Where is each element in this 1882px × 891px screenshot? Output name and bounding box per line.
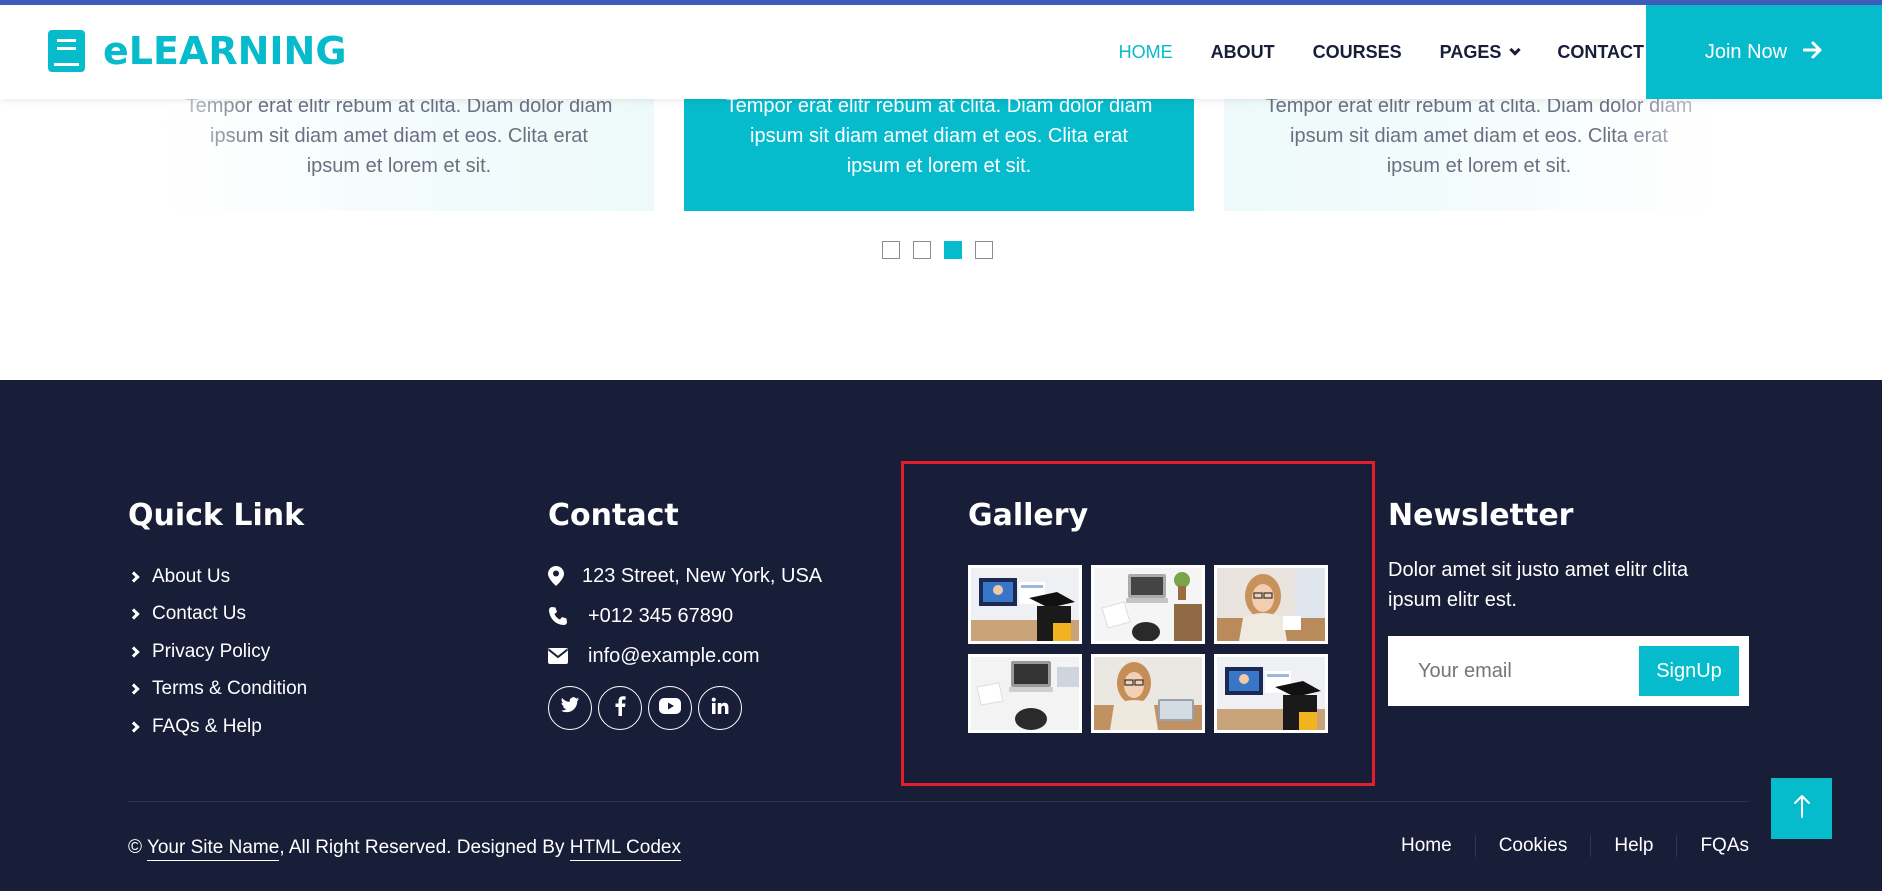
nav-contact[interactable]: CONTACT (1557, 42, 1644, 63)
contact-phone: +012 345 67890 (548, 596, 822, 636)
contact-title: Contact (548, 498, 679, 533)
twitter-button[interactable] (548, 686, 592, 730)
gallery-image[interactable] (1091, 654, 1205, 733)
map-marker-icon (548, 566, 582, 586)
footer-menu-cookies[interactable]: Cookies (1476, 835, 1592, 857)
footer: Quick Link About Us Contact Us Privacy P… (0, 380, 1882, 891)
chevron-right-icon (128, 721, 140, 733)
footer-link-contact[interactable]: Contact Us (128, 596, 307, 634)
footer-link-faqs[interactable]: FAQs & Help (128, 708, 307, 746)
quick-link-title: Quick Link (128, 498, 305, 533)
arrow-up-icon (1793, 794, 1811, 823)
newsletter-form: SignUp (1388, 636, 1749, 706)
link-label: Terms & Condition (152, 678, 308, 700)
youtube-icon (659, 697, 681, 719)
brand-logo[interactable]: eLEARNING (48, 29, 347, 73)
contact-email-text: info@example.com (588, 644, 760, 667)
facebook-icon (615, 695, 626, 721)
gallery-grid (968, 565, 1328, 733)
footer-link-terms[interactable]: Terms & Condition (128, 671, 307, 709)
contact-email: info@example.com (548, 636, 822, 676)
link-label: FAQs & Help (152, 715, 262, 737)
chevron-down-icon (1509, 43, 1522, 56)
carousel-fade-right (1614, 90, 1734, 215)
join-now-label: Join Now (1704, 40, 1788, 63)
brand-name: eLEARNING (103, 29, 347, 73)
phone-icon (548, 606, 588, 626)
chevron-right-icon (128, 608, 140, 620)
gallery-image[interactable] (1091, 565, 1205, 644)
contact-address-text: 123 Street, New York, USA (582, 564, 823, 587)
signup-button[interactable]: SignUp (1639, 646, 1739, 696)
footer-divider (128, 801, 1749, 802)
copyright: © Your Site Name, All Right Reserved. De… (128, 837, 681, 861)
envelope-icon (548, 648, 588, 664)
carousel-dot[interactable] (975, 241, 993, 259)
link-label: Privacy Policy (152, 640, 271, 662)
youtube-button[interactable] (648, 686, 692, 730)
copyright-symbol: © (128, 837, 142, 858)
gallery-title: Gallery (968, 498, 1089, 533)
carousel-dots (882, 241, 1006, 259)
gallery-image[interactable] (968, 565, 1082, 644)
link-label: Contact Us (152, 603, 246, 625)
chevron-right-icon (128, 571, 140, 583)
testimonial-card-active: Tempor erat elitr rebum at clita. Diam d… (684, 95, 1194, 211)
nav-about[interactable]: ABOUT (1211, 42, 1275, 63)
gallery-image[interactable] (968, 654, 1082, 733)
footer-menu-home[interactable]: Home (1401, 835, 1476, 857)
chevron-right-icon (128, 683, 140, 695)
footer-link-about[interactable]: About Us (128, 558, 307, 596)
carousel-dot-active[interactable] (944, 241, 962, 259)
contact-list: 123 Street, New York, USA +012 345 67890… (548, 556, 822, 676)
newsletter-title: Newsletter (1388, 498, 1574, 533)
carousel-dot[interactable] (882, 241, 900, 259)
main-nav: HOME ABOUT COURSES PAGES CONTACT (1081, 5, 1644, 99)
nav-pages[interactable]: PAGES (1439, 41, 1522, 63)
email-input[interactable] (1388, 636, 1638, 706)
contact-address: 123 Street, New York, USA (548, 556, 822, 596)
nav-pages-label: PAGES (1439, 41, 1502, 62)
footer-menu-faqs[interactable]: FQAs (1677, 835, 1749, 857)
gallery-image[interactable] (1214, 565, 1328, 644)
copyright-text: , All Right Reserved. Designed By (279, 837, 565, 858)
chevron-right-icon (128, 646, 140, 658)
book-icon (48, 30, 85, 72)
newsletter-text: Dolor amet sit justo amet elitr clita ip… (1388, 559, 1689, 611)
social-links (548, 686, 748, 730)
footer-menu: Home Cookies Help FQAs (1401, 835, 1749, 857)
designer-link[interactable]: HTML Codex (569, 837, 681, 861)
contact-phone-text: +012 345 67890 (588, 604, 734, 627)
linkedin-icon (711, 697, 729, 720)
carousel-fade-left (144, 90, 264, 215)
footer-link-privacy[interactable]: Privacy Policy (128, 633, 307, 671)
back-to-top-button[interactable] (1771, 778, 1832, 839)
carousel-dot[interactable] (913, 241, 931, 259)
nav-courses[interactable]: COURSES (1313, 42, 1402, 63)
footer-menu-help[interactable]: Help (1591, 835, 1678, 857)
join-now-button[interactable]: Join Now (1646, 5, 1882, 99)
site-name-link[interactable]: Your Site Name (146, 837, 280, 861)
link-label: About Us (152, 565, 231, 587)
gallery-image[interactable] (1214, 654, 1328, 733)
facebook-button[interactable] (598, 686, 642, 730)
quick-links: About Us Contact Us Privacy Policy Terms… (128, 558, 307, 746)
navbar: eLEARNING HOME ABOUT COURSES PAGES CONTA… (0, 5, 1882, 99)
twitter-icon (560, 697, 580, 719)
nav-home[interactable]: HOME (1119, 42, 1173, 63)
linkedin-button[interactable] (698, 686, 742, 730)
arrow-right-icon (1802, 38, 1823, 66)
testimonial-text: Tempor erat elitr rebum at clita. Diam d… (725, 95, 1153, 177)
